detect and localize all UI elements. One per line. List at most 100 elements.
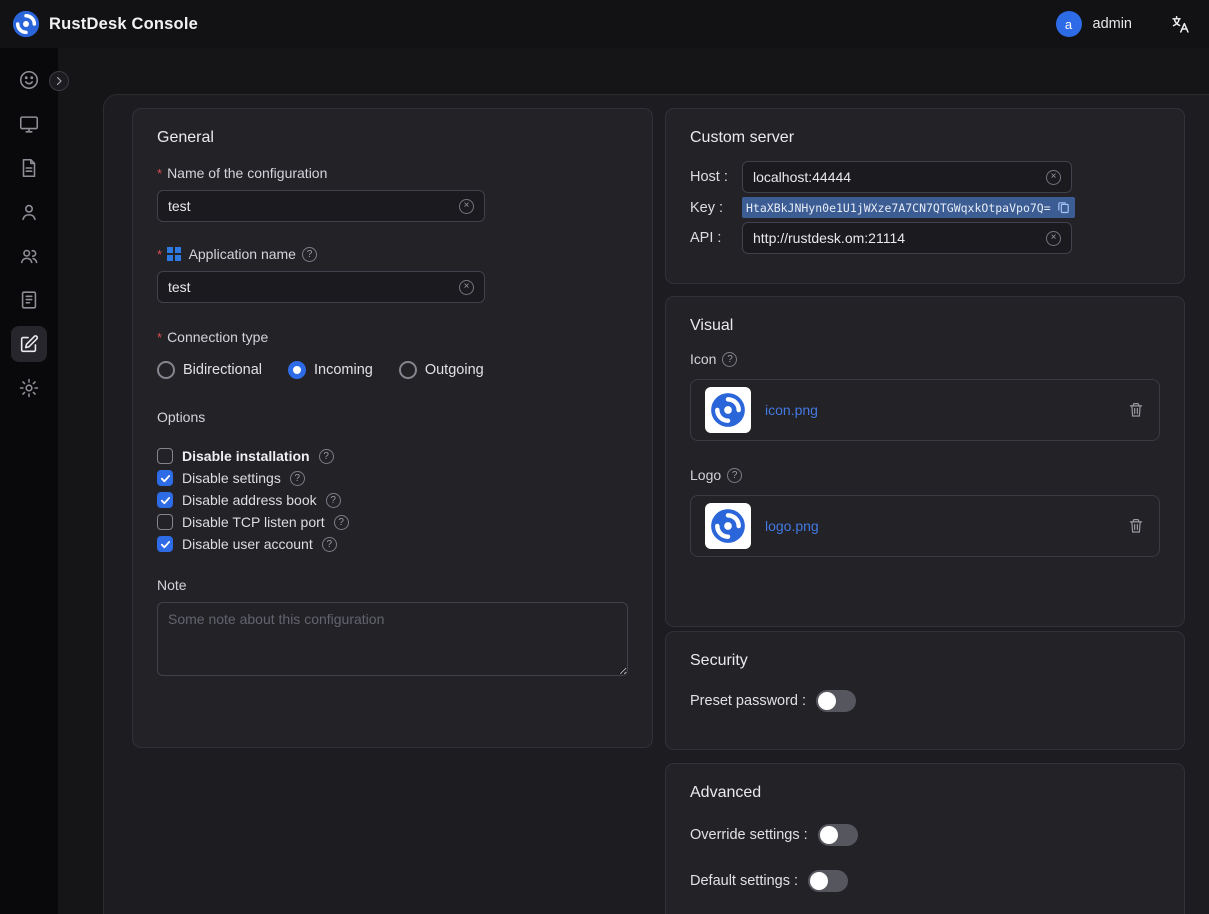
- options-label: Options: [157, 409, 628, 425]
- config-name-field: ×: [157, 190, 485, 222]
- clear-icon[interactable]: ×: [1046, 231, 1061, 246]
- audit-log-icon: [18, 289, 40, 311]
- user-icon: [18, 201, 40, 223]
- sidebar-item-smiley[interactable]: [11, 62, 47, 98]
- radio-bidirectional[interactable]: Bidirectional: [157, 361, 262, 379]
- sidebar-item-audit[interactable]: [11, 282, 47, 318]
- sidebar-item-settings[interactable]: [11, 370, 47, 406]
- default-settings-row: Default settings :: [690, 868, 1160, 894]
- key-value: HtaXBkJNHyn0e1U1jWXze7A7CN7QTGWqxkOtpaVp…: [746, 201, 1051, 215]
- key-label: Key :: [690, 200, 742, 216]
- radio-incoming[interactable]: Incoming: [288, 361, 373, 379]
- settings-icon: [18, 377, 40, 399]
- host-row: Host : ×: [690, 161, 1160, 193]
- checkbox-disable-installation[interactable]: Disable installation ?: [157, 445, 628, 467]
- custom-server-title: Custom server: [690, 129, 1160, 147]
- logo-file-thumbnail: [705, 503, 751, 549]
- visual-title: Visual: [690, 317, 1160, 335]
- header-right: a admin: [1056, 11, 1192, 37]
- note-label: Note: [157, 577, 628, 593]
- clear-icon[interactable]: ×: [1046, 170, 1061, 185]
- advanced-card: Advanced Override settings : Default set…: [665, 763, 1185, 914]
- sidebar-expand-button[interactable]: [49, 71, 69, 91]
- checkbox-icon[interactable]: [157, 470, 173, 486]
- smiley-icon: [18, 69, 40, 91]
- visual-card: Visual Icon ? icon.png: [665, 296, 1185, 627]
- checkbox-icon[interactable]: [157, 536, 173, 552]
- logo-file-link[interactable]: logo.png: [765, 518, 819, 534]
- host-input[interactable]: [753, 169, 1040, 185]
- help-icon[interactable]: ?: [290, 471, 305, 486]
- rustdesk-logo-icon: [12, 10, 40, 38]
- brand: RustDesk Console: [12, 10, 198, 38]
- key-row: Key : HtaXBkJNHyn0e1U1jWXze7A7CN7QTGWqxk…: [690, 197, 1160, 218]
- checkbox-disable-tcp-listen-port[interactable]: Disable TCP listen port ?: [157, 511, 628, 533]
- help-icon[interactable]: ?: [319, 449, 334, 464]
- connection-type-radios: Bidirectional Incoming Outgoing: [157, 361, 628, 379]
- help-icon[interactable]: ?: [322, 537, 337, 552]
- custom-server-card: Custom server Host : × Key : HtaXBkJNHyn…: [665, 108, 1185, 284]
- help-icon[interactable]: ?: [722, 352, 737, 367]
- general-card-title: General: [157, 129, 628, 147]
- delete-icon[interactable]: [1127, 401, 1145, 419]
- required-asterisk: *: [157, 330, 162, 345]
- header: RustDesk Console a admin: [0, 0, 1209, 48]
- checkbox-disable-settings[interactable]: Disable settings ?: [157, 467, 628, 489]
- radio-circle-icon[interactable]: [399, 361, 417, 379]
- logo-file-row: logo.png: [690, 495, 1160, 557]
- document-icon: [18, 157, 40, 179]
- radio-circle-icon[interactable]: [157, 361, 175, 379]
- preset-password-label: Preset password :: [690, 693, 806, 709]
- override-settings-toggle[interactable]: [818, 824, 858, 846]
- connection-type-label: * Connection type: [157, 329, 628, 345]
- api-field: ×: [742, 222, 1072, 254]
- windows-logo-icon: [167, 247, 181, 261]
- checkbox-icon[interactable]: [157, 514, 173, 530]
- sidebar-item-devices[interactable]: [11, 106, 47, 142]
- default-settings-toggle[interactable]: [808, 870, 848, 892]
- avatar[interactable]: a: [1056, 11, 1082, 37]
- config-name-label: * Name of the configuration: [157, 165, 628, 181]
- preset-password-toggle[interactable]: [816, 690, 856, 712]
- app-title: RustDesk Console: [49, 15, 198, 34]
- checkbox-disable-address-book[interactable]: Disable address book ?: [157, 489, 628, 511]
- api-label: API :: [690, 230, 742, 246]
- copy-icon[interactable]: [1056, 200, 1071, 215]
- override-settings-label: Override settings :: [690, 827, 808, 843]
- security-card: Security Preset password :: [665, 631, 1185, 750]
- radio-circle-icon[interactable]: [288, 361, 306, 379]
- checkbox-icon[interactable]: [157, 492, 173, 508]
- rustdesk-console-page: RustDesk Console a admin: [0, 0, 1209, 914]
- radio-outgoing[interactable]: Outgoing: [399, 361, 484, 379]
- users-icon: [18, 245, 40, 267]
- key-value-selected[interactable]: HtaXBkJNHyn0e1U1jWXze7A7CN7QTGWqxkOtpaVp…: [742, 197, 1075, 218]
- override-settings-row: Override settings :: [690, 822, 1160, 848]
- clear-icon[interactable]: ×: [459, 280, 474, 295]
- help-icon[interactable]: ?: [334, 515, 349, 530]
- config-name-input[interactable]: [168, 198, 453, 214]
- delete-icon[interactable]: [1127, 517, 1145, 535]
- checkbox-icon[interactable]: [157, 448, 173, 464]
- api-input[interactable]: [753, 230, 1040, 246]
- sidebar-item-users[interactable]: [11, 194, 47, 230]
- help-icon[interactable]: ?: [727, 468, 742, 483]
- security-title: Security: [690, 652, 1160, 670]
- help-icon[interactable]: ?: [302, 247, 317, 262]
- translate-icon[interactable]: [1170, 14, 1191, 35]
- required-asterisk: *: [157, 247, 162, 262]
- sidebar-item-documents[interactable]: [11, 150, 47, 186]
- username[interactable]: admin: [1093, 16, 1133, 32]
- host-field: ×: [742, 161, 1072, 193]
- api-row: API : ×: [690, 222, 1160, 254]
- app-name-label: * Application name ?: [157, 246, 628, 262]
- preset-password-row: Preset password :: [690, 688, 1160, 714]
- sidebar-item-groups[interactable]: [11, 238, 47, 274]
- advanced-title: Advanced: [690, 784, 1160, 802]
- checkbox-disable-user-account[interactable]: Disable user account ?: [157, 533, 628, 555]
- icon-file-link[interactable]: icon.png: [765, 402, 818, 418]
- clear-icon[interactable]: ×: [459, 199, 474, 214]
- sidebar-item-configurations[interactable]: [11, 326, 47, 362]
- app-name-input[interactable]: [168, 279, 453, 295]
- note-textarea[interactable]: [157, 602, 628, 676]
- help-icon[interactable]: ?: [326, 493, 341, 508]
